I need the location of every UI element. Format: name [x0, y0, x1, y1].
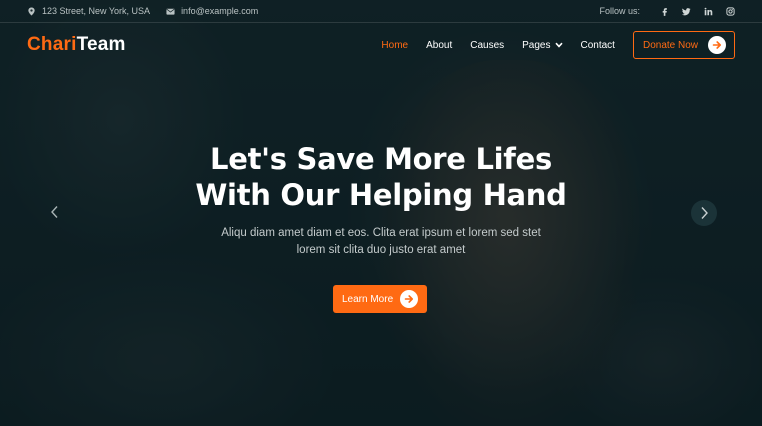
envelope-icon — [166, 8, 175, 15]
topbar: 123 Street, New York, USA info@example.c… — [0, 0, 762, 23]
chevron-down-icon — [554, 42, 563, 48]
topbar-social: Follow us: — [599, 6, 735, 16]
facebook-icon[interactable] — [660, 7, 669, 16]
email-text[interactable]: info@example.com — [181, 6, 258, 16]
hero-subtext-line1: Aliqu diam amet diam et eos. Clita erat … — [221, 227, 541, 239]
learn-more-label: Learn More — [342, 293, 394, 305]
arrow-right-icon — [708, 36, 726, 54]
topbar-contact: 123 Street, New York, USA info@example.c… — [27, 6, 258, 16]
donate-now-button[interactable]: Donate Now — [632, 31, 735, 59]
brand-part1: Chari — [27, 34, 77, 55]
navbar: ChariTeam Home About Causes Pages Contac… — [0, 23, 762, 67]
nav-contact[interactable]: Contact — [581, 40, 615, 51]
instagram-icon[interactable] — [726, 6, 735, 16]
email: info@example.com — [166, 6, 258, 16]
nav-home[interactable]: Home — [381, 40, 408, 51]
linkedin-icon[interactable] — [704, 7, 713, 16]
hero-headline-line2: With Our Helping Hand — [195, 178, 567, 212]
nav-pages[interactable]: Pages — [522, 39, 563, 51]
nav-pages-label: Pages — [522, 39, 551, 51]
main-nav: Home About Causes Pages Contact Donate N… — [381, 31, 735, 59]
nav-about[interactable]: About — [426, 40, 452, 51]
address: 123 Street, New York, USA — [27, 6, 150, 16]
arrow-right-icon — [400, 290, 418, 308]
hero-subtext-line2: lorem sit clita duo justo erat amet — [296, 244, 466, 256]
hero-headline-line1: Let's Save More Lifes — [210, 142, 552, 176]
nav-causes[interactable]: Causes — [470, 40, 504, 51]
follow-label: Follow us: — [599, 6, 640, 16]
brand-part2: Team — [76, 34, 126, 55]
donate-label: Donate Now — [642, 39, 698, 51]
learn-more-button[interactable]: Learn More — [333, 285, 427, 313]
twitter-icon[interactable] — [682, 7, 691, 16]
map-pin-icon — [28, 6, 35, 16]
social-links — [660, 6, 735, 16]
address-text: 123 Street, New York, USA — [42, 6, 151, 16]
brand-logo[interactable]: ChariTeam — [27, 34, 126, 56]
